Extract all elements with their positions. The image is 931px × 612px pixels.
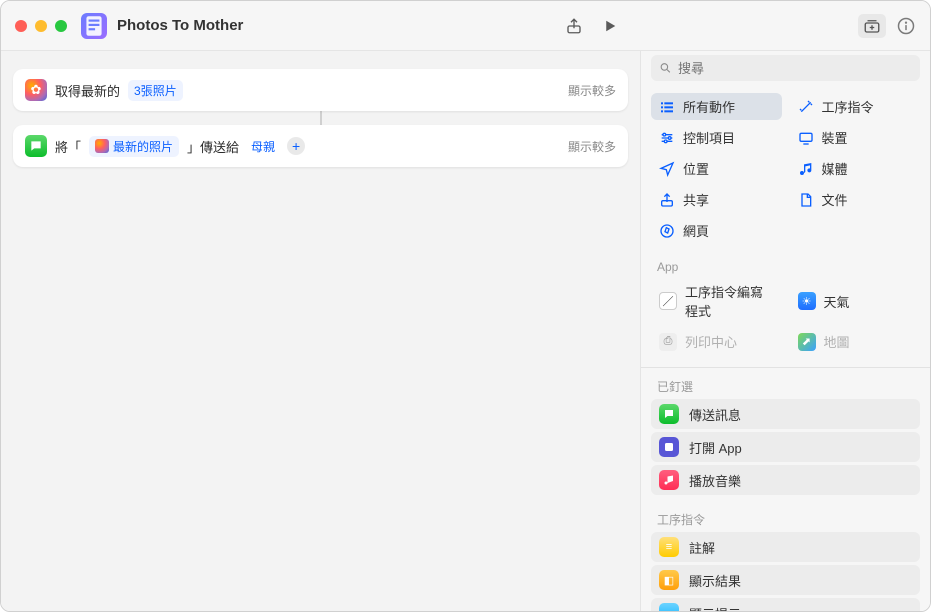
category-web[interactable]: 網頁 [651, 217, 782, 244]
apps-header: App [641, 254, 930, 278]
category-grid: 所有動作 工序指令 控制項目 裝置 [641, 89, 930, 254]
scripting-header: 工序指令 [641, 505, 930, 532]
category-device[interactable]: 裝置 [790, 124, 921, 151]
share-button[interactable] [558, 12, 590, 40]
app-window: Photos To Mother ✿ 取得最新的 3張照片 顯示較多 [0, 0, 931, 612]
device-icon [798, 130, 814, 146]
show-more-button[interactable]: 顯示較多 [568, 138, 616, 155]
traffic-lights [15, 20, 67, 32]
pinned-play-music[interactable]: 播放音樂 [651, 465, 920, 495]
app-automator[interactable]: ／ 工序指令編寫程式 [651, 278, 782, 324]
automator-icon: ／ [659, 292, 677, 310]
pinned-send-message[interactable]: 傳送訊息 [651, 399, 920, 429]
printer-icon: ⎙ [659, 333, 677, 351]
open-app-icon [659, 437, 679, 457]
category-media[interactable]: 媒體 [790, 155, 921, 182]
messages-app-icon [25, 135, 47, 157]
scripting-show-result[interactable]: ◧ 顯示結果 [651, 565, 920, 595]
action-library-sidebar: 所有動作 工序指令 控制項目 裝置 [640, 51, 930, 611]
photos-app-icon: ✿ [25, 79, 47, 101]
category-controls[interactable]: 控制項目 [651, 124, 782, 151]
category-scripting[interactable]: 工序指令 [790, 93, 921, 120]
share-icon [659, 192, 675, 208]
titlebar: Photos To Mother [1, 1, 930, 51]
library-button[interactable] [858, 14, 886, 38]
page-title: Photos To Mother [117, 17, 243, 34]
info-button[interactable] [896, 16, 916, 36]
workflow-canvas[interactable]: ✿ 取得最新的 3張照片 顯示較多 將「 最新的照片 」傳送給 母親 + 顯示較… [1, 51, 640, 611]
weather-icon: ☀ [798, 292, 816, 310]
action-text: 將「 [55, 137, 81, 156]
category-sharing[interactable]: 共享 [651, 186, 782, 213]
music-icon [659, 470, 679, 490]
music-note-icon [798, 161, 814, 177]
messages-icon [659, 404, 679, 424]
scripting-comment[interactable]: ≡ 註解 [651, 532, 920, 562]
sliders-icon [659, 130, 675, 146]
zoom-window-button[interactable] [55, 20, 67, 32]
category-documents[interactable]: 文件 [790, 186, 921, 213]
app-print-center[interactable]: ⎙ 列印中心 [651, 328, 782, 355]
app-weather[interactable]: ☀ 天氣 [790, 278, 921, 324]
action-send-message[interactable]: 將「 最新的照片 」傳送給 母親 + 顯示較多 [13, 125, 628, 167]
shortcut-icon [81, 13, 107, 39]
recipient-token[interactable]: 母親 [247, 136, 279, 157]
alert-icon: ▭ [659, 603, 679, 611]
location-icon [659, 161, 675, 177]
compass-icon [659, 223, 675, 239]
photos-mini-icon [95, 139, 109, 153]
scripting-show-alert[interactable]: ▭ 顯示提示 [651, 598, 920, 611]
wand-icon [798, 99, 814, 115]
maps-icon: ⬈ [798, 333, 816, 351]
list-icon [659, 99, 675, 115]
action-get-photos[interactable]: ✿ 取得最新的 3張照片 顯示較多 [13, 69, 628, 111]
search-container [651, 55, 920, 81]
action-connector [13, 111, 628, 125]
search-icon [659, 61, 672, 75]
app-maps[interactable]: ⬈ 地圖 [790, 328, 921, 355]
run-button[interactable] [594, 12, 626, 40]
show-more-button[interactable]: 顯示較多 [568, 82, 616, 99]
category-all[interactable]: 所有動作 [651, 93, 782, 120]
show-result-icon: ◧ [659, 570, 679, 590]
comment-icon: ≡ [659, 537, 679, 557]
pinned-header: 已釘選 [641, 372, 930, 399]
close-window-button[interactable] [15, 20, 27, 32]
category-location[interactable]: 位置 [651, 155, 782, 182]
action-text: 取得最新的 [55, 81, 120, 100]
minimize-window-button[interactable] [35, 20, 47, 32]
pinned-open-app[interactable]: 打開 App [651, 432, 920, 462]
action-text: 」傳送給 [187, 137, 239, 156]
document-icon [798, 192, 814, 208]
search-input[interactable] [678, 61, 912, 76]
photo-count-token[interactable]: 3張照片 [128, 80, 183, 101]
magic-variable-token[interactable]: 最新的照片 [89, 136, 179, 157]
add-recipient-button[interactable]: + [287, 137, 305, 155]
